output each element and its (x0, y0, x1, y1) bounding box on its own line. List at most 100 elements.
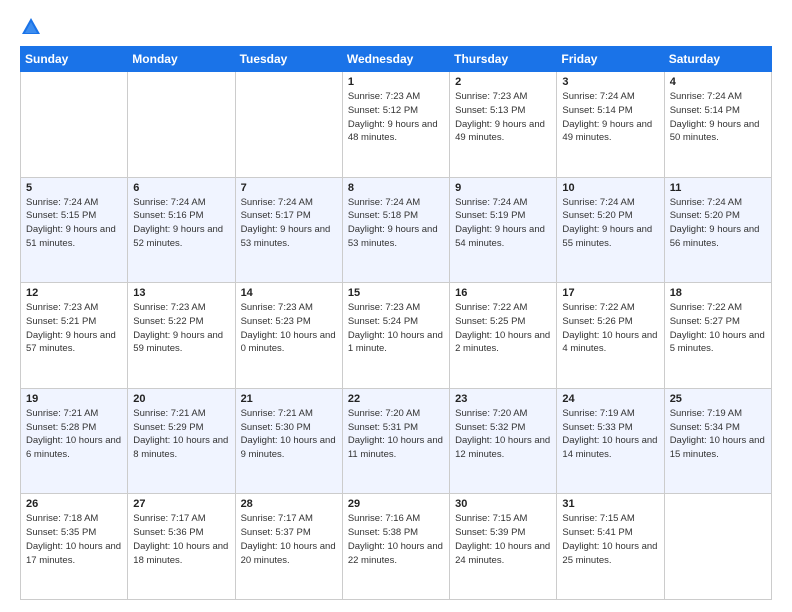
day-number: 16 (455, 287, 551, 299)
calendar-cell: 14Sunrise: 7:23 AM Sunset: 5:23 PM Dayli… (235, 283, 342, 389)
calendar-cell: 18 Sunrise: 7:22 AM Sunset: 5:27 PM Dayli… (664, 283, 771, 389)
day-detail: Sunrise: 7:19 AM Sunset: 5:34 PM Dayligh… (670, 407, 766, 462)
day-detail: Sunrise: 7:24 AM Sunset: 5:17 PM Dayligh… (241, 196, 337, 251)
week-row-4: 19Sunrise: 7:21 AM Sunset: 5:28 PM Dayli… (21, 388, 772, 494)
calendar-cell: 27 Sunrise: 7:17 AM Sunset: 5:36 PM Dayli… (128, 494, 235, 600)
calendar-cell: 29Sunrise: 7:16 AM Sunset: 5:38 PM Dayli… (342, 494, 449, 600)
header (20, 16, 772, 38)
calendar-cell: 28Sunrise: 7:17 AM Sunset: 5:37 PM Dayli… (235, 494, 342, 600)
day-number: 18 (670, 287, 766, 299)
day-number: 5 (26, 182, 122, 194)
day-number: 20 (133, 393, 229, 405)
day-detail: Sunrise: 7:17 AM Sunset: 5:36 PM Dayligh… (133, 512, 229, 567)
calendar-cell (21, 72, 128, 178)
day-number: 6 (133, 182, 229, 194)
calendar-cell: 10Sunrise: 7:24 AM Sunset: 5:20 PM Dayli… (557, 177, 664, 283)
day-detail: Sunrise: 7:24 AM Sunset: 5:20 PM Dayligh… (562, 196, 658, 251)
calendar-cell: 2 Sunrise: 7:23 AM Sunset: 5:13 PM Daylig… (450, 72, 557, 178)
calendar-cell: 3 Sunrise: 7:24 AM Sunset: 5:14 PM Daylig… (557, 72, 664, 178)
calendar-cell: 4 Sunrise: 7:24 AM Sunset: 5:14 PM Daylig… (664, 72, 771, 178)
day-detail: Sunrise: 7:24 AM Sunset: 5:14 PM Dayligh… (562, 90, 658, 145)
calendar-cell (664, 494, 771, 600)
calendar-cell: 25 Sunrise: 7:19 AM Sunset: 5:34 PM Dayli… (664, 388, 771, 494)
day-detail: Sunrise: 7:20 AM Sunset: 5:32 PM Dayligh… (455, 407, 551, 462)
day-detail: Sunrise: 7:19 AM Sunset: 5:33 PM Dayligh… (562, 407, 658, 462)
day-number: 4 (670, 76, 766, 88)
calendar-cell: 30 Sunrise: 7:15 AM Sunset: 5:39 PM Dayli… (450, 494, 557, 600)
day-detail: Sunrise: 7:24 AM Sunset: 5:15 PM Dayligh… (26, 196, 122, 251)
day-number: 1 (348, 76, 444, 88)
weekday-header-monday: Monday (128, 47, 235, 72)
day-detail: Sunrise: 7:15 AM Sunset: 5:41 PM Dayligh… (562, 512, 658, 567)
day-detail: Sunrise: 7:20 AM Sunset: 5:31 PM Dayligh… (348, 407, 444, 462)
calendar-cell: 31 Sunrise: 7:15 AM Sunset: 5:41 PM Dayli… (557, 494, 664, 600)
day-detail: Sunrise: 7:23 AM Sunset: 5:24 PM Dayligh… (348, 301, 444, 356)
day-detail: Sunrise: 7:23 AM Sunset: 5:13 PM Dayligh… (455, 90, 551, 145)
day-number: 19 (26, 393, 122, 405)
day-number: 11 (670, 182, 766, 194)
day-number: 17 (562, 287, 658, 299)
day-number: 31 (562, 498, 658, 510)
day-number: 23 (455, 393, 551, 405)
weekday-header-wednesday: Wednesday (342, 47, 449, 72)
calendar-cell: 11Sunrise: 7:24 AM Sunset: 5:20 PM Dayli… (664, 177, 771, 283)
day-number: 27 (133, 498, 229, 510)
calendar-cell: 26Sunrise: 7:18 AM Sunset: 5:35 PM Dayli… (21, 494, 128, 600)
calendar-cell: 16 Sunrise: 7:22 AM Sunset: 5:25 PM Dayli… (450, 283, 557, 389)
day-number: 3 (562, 76, 658, 88)
week-row-3: 12 Sunrise: 7:23 AM Sunset: 5:21 PM Dayli… (21, 283, 772, 389)
day-number: 12 (26, 287, 122, 299)
calendar-cell (128, 72, 235, 178)
day-number: 8 (348, 182, 444, 194)
calendar-cell: 1 Sunrise: 7:23 AM Sunset: 5:12 PM Daylig… (342, 72, 449, 178)
calendar-cell: 12 Sunrise: 7:23 AM Sunset: 5:21 PM Dayli… (21, 283, 128, 389)
logo (20, 16, 50, 38)
calendar-table: SundayMondayTuesdayWednesdayThursdayFrid… (20, 46, 772, 600)
weekday-header-thursday: Thursday (450, 47, 557, 72)
calendar-cell: 6 Sunrise: 7:24 AM Sunset: 5:16 PM Daylig… (128, 177, 235, 283)
calendar-cell: 20 Sunrise: 7:21 AM Sunset: 5:29 PM Dayli… (128, 388, 235, 494)
day-detail: Sunrise: 7:24 AM Sunset: 5:18 PM Dayligh… (348, 196, 444, 251)
day-detail: Sunrise: 7:21 AM Sunset: 5:30 PM Dayligh… (241, 407, 337, 462)
weekday-header-sunday: Sunday (21, 47, 128, 72)
day-number: 29 (348, 498, 444, 510)
calendar-cell: 19Sunrise: 7:21 AM Sunset: 5:28 PM Dayli… (21, 388, 128, 494)
day-number: 30 (455, 498, 551, 510)
calendar-cell (235, 72, 342, 178)
calendar-cell: 17 Sunrise: 7:22 AM Sunset: 5:26 PM Dayli… (557, 283, 664, 389)
week-row-2: 5 Sunrise: 7:24 AM Sunset: 5:15 PM Daylig… (21, 177, 772, 283)
day-detail: Sunrise: 7:22 AM Sunset: 5:27 PM Dayligh… (670, 301, 766, 356)
weekday-header-row: SundayMondayTuesdayWednesdayThursdayFrid… (21, 47, 772, 72)
calendar-page: SundayMondayTuesdayWednesdayThursdayFrid… (0, 0, 792, 612)
day-detail: Sunrise: 7:15 AM Sunset: 5:39 PM Dayligh… (455, 512, 551, 567)
calendar-cell: 23 Sunrise: 7:20 AM Sunset: 5:32 PM Dayli… (450, 388, 557, 494)
day-number: 7 (241, 182, 337, 194)
day-number: 21 (241, 393, 337, 405)
day-detail: Sunrise: 7:24 AM Sunset: 5:16 PM Dayligh… (133, 196, 229, 251)
day-number: 24 (562, 393, 658, 405)
calendar-cell: 8 Sunrise: 7:24 AM Sunset: 5:18 PM Daylig… (342, 177, 449, 283)
day-number: 28 (241, 498, 337, 510)
day-detail: Sunrise: 7:22 AM Sunset: 5:25 PM Dayligh… (455, 301, 551, 356)
day-detail: Sunrise: 7:24 AM Sunset: 5:19 PM Dayligh… (455, 196, 551, 251)
week-row-5: 26Sunrise: 7:18 AM Sunset: 5:35 PM Dayli… (21, 494, 772, 600)
day-detail: Sunrise: 7:23 AM Sunset: 5:12 PM Dayligh… (348, 90, 444, 145)
day-detail: Sunrise: 7:24 AM Sunset: 5:14 PM Dayligh… (670, 90, 766, 145)
calendar-cell: 24 Sunrise: 7:19 AM Sunset: 5:33 PM Dayli… (557, 388, 664, 494)
week-row-1: 1 Sunrise: 7:23 AM Sunset: 5:12 PM Daylig… (21, 72, 772, 178)
day-number: 26 (26, 498, 122, 510)
day-detail: Sunrise: 7:23 AM Sunset: 5:23 PM Dayligh… (241, 301, 337, 356)
weekday-header-tuesday: Tuesday (235, 47, 342, 72)
weekday-header-friday: Friday (557, 47, 664, 72)
day-number: 2 (455, 76, 551, 88)
day-number: 22 (348, 393, 444, 405)
day-detail: Sunrise: 7:21 AM Sunset: 5:29 PM Dayligh… (133, 407, 229, 462)
calendar-cell: 9Sunrise: 7:24 AM Sunset: 5:19 PM Daylig… (450, 177, 557, 283)
day-detail: Sunrise: 7:23 AM Sunset: 5:22 PM Dayligh… (133, 301, 229, 356)
day-number: 15 (348, 287, 444, 299)
calendar-cell: 22 Sunrise: 7:20 AM Sunset: 5:31 PM Dayli… (342, 388, 449, 494)
day-number: 25 (670, 393, 766, 405)
day-detail: Sunrise: 7:22 AM Sunset: 5:26 PM Dayligh… (562, 301, 658, 356)
day-detail: Sunrise: 7:23 AM Sunset: 5:21 PM Dayligh… (26, 301, 122, 356)
calendar-cell: 13Sunrise: 7:23 AM Sunset: 5:22 PM Dayli… (128, 283, 235, 389)
